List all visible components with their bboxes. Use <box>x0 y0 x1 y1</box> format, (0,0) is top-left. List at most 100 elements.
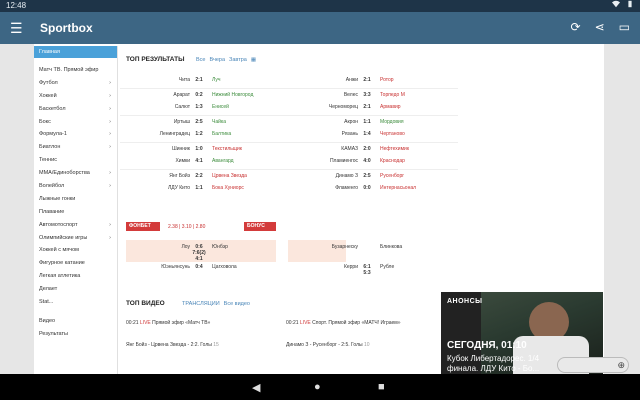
match-row[interactable]: Динамо З 2:5 Русенборг <box>288 168 458 183</box>
zoom-control[interactable]: ⊕ <box>557 357 629 373</box>
match-row[interactable]: Велес 3:3 Торпедо М <box>288 87 458 102</box>
match-row[interactable]: Ленинградец 1:2 Балтика <box>120 128 290 142</box>
video-item[interactable]: 00:21 LIVE Прямой эфир «Матч ТВ» <box>126 320 210 326</box>
away-team: Балтика <box>212 131 232 137</box>
sidebar-item-results[interactable]: Результаты <box>34 328 117 341</box>
sidebar-item[interactable]: Stat... <box>34 296 117 309</box>
tennis-row[interactable]: Лоу 0:6 7:6(2) 4:1 Юнбэр <box>120 241 290 262</box>
link-all-video[interactable]: Все видео <box>224 301 250 307</box>
player-away: Юнбэр <box>212 244 228 250</box>
sidebar-item[interactable]: Формула-1 › <box>34 128 117 141</box>
away-team: Авангард <box>212 158 234 164</box>
nav-bar: ◀ ● ■ <box>0 374 640 400</box>
match-row[interactable]: Рязань 1:4 Чертаново <box>288 128 458 142</box>
sidebar-item[interactable]: Автомотоспорт › <box>34 219 117 232</box>
match-row[interactable]: Фламенго 0:0 Интернасьонал <box>288 182 458 196</box>
sidebar-item[interactable]: Лыжные гонки <box>34 193 117 206</box>
live-badge: LIVE <box>139 320 151 326</box>
sidebar-item[interactable]: ММА/Единоборства › <box>34 167 117 180</box>
home-team: Велес <box>343 91 358 98</box>
video-time: 00:21 <box>286 320 299 326</box>
chevron-right-icon: › <box>109 92 111 99</box>
match-row[interactable]: Салют 1:3 Енисей <box>120 101 290 115</box>
home-team: Черноморец <box>328 104 358 110</box>
home-team: Пламиенгос <box>329 158 358 164</box>
match-row[interactable]: ЛДУ Кито 1:1 Бока Хуниорс <box>120 182 290 196</box>
menu-icon[interactable]: ☰ <box>10 21 23 35</box>
sidebar-item[interactable]: Хоккей с мячом <box>34 244 117 257</box>
away-team: Нефтехимик <box>380 145 410 152</box>
sidebar-item[interactable]: Биатлон › <box>34 141 117 154</box>
sidebar-item[interactable]: Матч ТВ. Прямой эфир <box>34 64 117 77</box>
share-icon[interactable]: ⋖ <box>595 20 605 34</box>
home-team: КАМАЗ <box>341 145 358 152</box>
sidebar-item-label: Хоккей с мячом <box>39 247 79 254</box>
sidebar-item[interactable]: Плавание <box>34 206 117 219</box>
home-team: Арарат <box>173 91 190 98</box>
match-row[interactable]: Чита 2:1 Луч <box>120 74 290 88</box>
sidebar-item[interactable]: Футбол › <box>34 77 117 90</box>
match-row[interactable]: Янг Бойз 2:2 Црвена Звезда <box>120 168 290 183</box>
sidebar-item[interactable]: Бокс › <box>34 116 117 129</box>
link-all[interactable]: Все <box>196 57 205 63</box>
tennis-row[interactable]: Керри 6:1 5:3 Рубле <box>288 261 458 281</box>
announce-line-2: финала. ЛДУ Кито - Бо... <box>447 364 540 373</box>
sidebar-item[interactable]: Легкая атлетика <box>34 270 117 283</box>
player-home: Керри <box>343 264 358 270</box>
away-team: Мордовия <box>380 118 404 125</box>
match-row[interactable]: Химки 4:1 Авангард <box>120 155 290 169</box>
sidebar-item[interactable]: Волейбол › <box>34 180 117 193</box>
sidebar-item-label: Биатлон <box>39 144 61 151</box>
sidebar-item-home[interactable]: Главная <box>34 46 117 58</box>
sidebar-item[interactable]: Хоккей › <box>34 90 117 103</box>
match-row[interactable]: Шинник 1:0 Текстильщик <box>120 141 290 156</box>
calendar-icon[interactable]: ▦ <box>251 57 256 63</box>
results-left-column: Чита 2:1 Луч Арарат 0:2 Нижний Новгород Салют 1… <box>120 74 290 196</box>
home-icon[interactable]: ● <box>314 381 321 393</box>
match-row[interactable]: Пламиенгос 4:0 Краснодар <box>288 155 458 169</box>
sidebar-item[interactable]: Делает <box>34 283 117 296</box>
bookmaker-banner-left[interactable]: ФОНБЕТ <box>126 222 160 231</box>
link-broadcasts[interactable]: ТРАНСЛЯЦИИ <box>182 301 220 307</box>
sidebar-item[interactable]: Олимпийские игры › <box>34 232 117 245</box>
match-row[interactable]: КАМАЗ 2:0 Нефтехимик <box>288 141 458 156</box>
match-row[interactable]: Арарат 0:2 Нижний Новгород <box>120 87 290 102</box>
sidebar-item-label: Легкая атлетика <box>39 273 81 280</box>
match-score: 3:3 <box>363 91 371 98</box>
away-team: Нижний Новгород <box>212 91 254 98</box>
app-title: Sportbox <box>40 21 93 35</box>
video-item[interactable]: Динамо З - Русенборг - 2:5. Голы 10 <box>286 342 370 348</box>
magnifier-icon[interactable]: ⊕ <box>617 360 625 371</box>
tv-icon[interactable]: ▭ <box>619 20 630 34</box>
video-title: Спорт. Прямой эфир «МАТЧ! Играем» <box>312 320 401 326</box>
away-team: Чертаново <box>380 131 405 137</box>
away-team: Енисей <box>212 104 229 110</box>
match-row[interactable]: Анжи 2:1 Ротор <box>288 74 458 88</box>
video-item[interactable]: 00:21 LIVE Спорт. Прямой эфир «МАТЧ! Игр… <box>286 320 401 326</box>
match-score: 1:3 <box>195 104 203 110</box>
match-score: 2:1 <box>195 77 203 83</box>
tennis-row[interactable]: Юэньянсунь 0:4 Цагховола <box>120 261 290 281</box>
sidebar-item[interactable]: Фигурное катание <box>34 257 117 270</box>
away-team: Ротор <box>380 77 394 83</box>
sidebar-item[interactable]: Теннис <box>34 154 117 167</box>
video-item[interactable]: Янг Бойз - Црвена Звезда - 2:2. Голы 15 <box>126 342 219 348</box>
sidebar-item[interactable]: Баскетбол › <box>34 103 117 116</box>
sidebar-item-video[interactable]: Видео <box>34 315 117 328</box>
odds-text: 2.38 | 3.10 | 2.80 <box>168 224 206 230</box>
away-team: Бока Хуниорс <box>212 185 244 191</box>
chevron-right-icon: › <box>109 144 111 151</box>
refresh-icon[interactable]: ⟳ <box>571 20 581 34</box>
match-row[interactable]: Акрон 1:1 Мордовия <box>288 114 458 129</box>
link-tomorrow[interactable]: Завтра <box>229 57 247 63</box>
player-home: Лоу <box>181 244 190 250</box>
back-icon[interactable]: ◀ <box>252 381 260 394</box>
home-team: Шинник <box>172 145 190 152</box>
match-row[interactable]: Иртыш 2:5 Чайка <box>120 114 290 129</box>
match-row[interactable]: Черноморец 2:1 Армавир <box>288 101 458 115</box>
link-yesterday[interactable]: Вчера <box>209 57 225 63</box>
bookmaker-banner-right[interactable]: БОНУС <box>244 222 276 231</box>
sidebar-item-label: Хоккей <box>39 92 57 99</box>
recents-icon[interactable]: ■ <box>378 381 385 393</box>
tennis-row[interactable]: Бузарнеску Блинкова <box>288 241 458 261</box>
